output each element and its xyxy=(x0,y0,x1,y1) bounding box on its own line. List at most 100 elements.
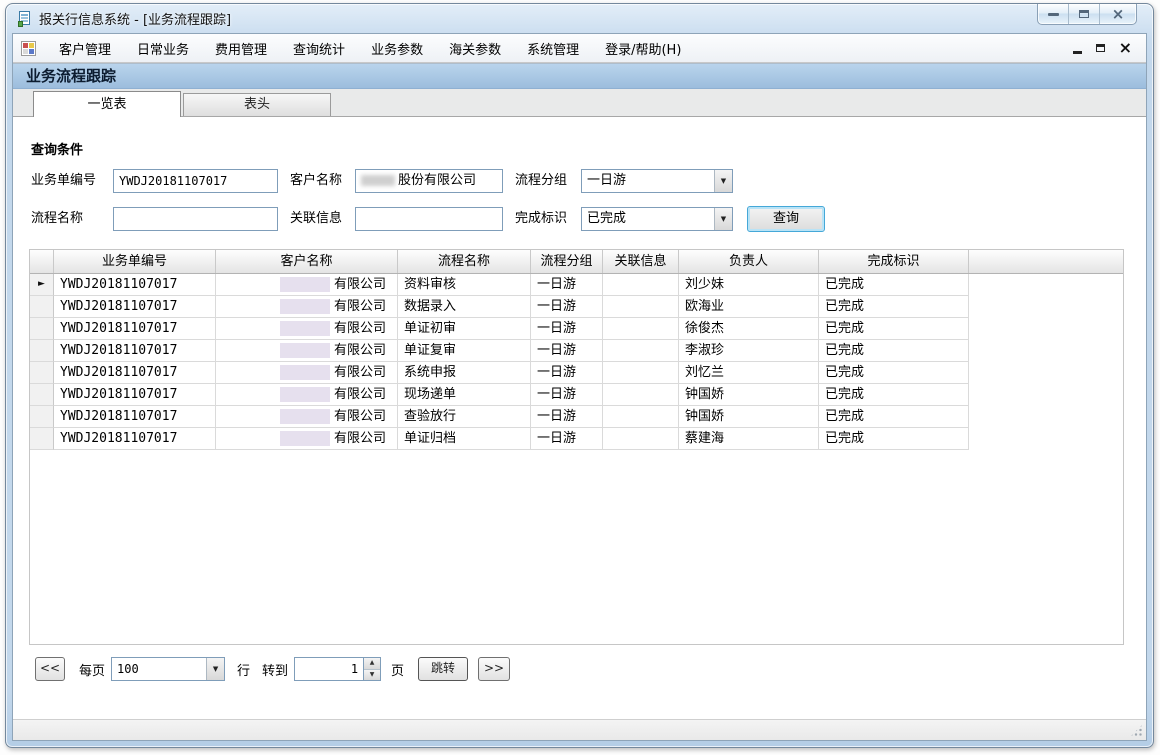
next-page-button[interactable]: >> xyxy=(478,657,510,681)
table-row[interactable]: YWDJ20181107017有限公司单证归档一日游蔡建海已完成 xyxy=(30,428,1123,450)
page-unit-label: 页 xyxy=(391,660,404,679)
chevron-down-icon[interactable]: ▼ xyxy=(714,208,732,230)
cell-related_info xyxy=(603,296,679,318)
title-bar[interactable]: 报关行信息系统 - [业务流程跟踪] xyxy=(6,4,1153,33)
row-selector[interactable] xyxy=(30,428,54,450)
chevron-down-icon[interactable]: ▼ xyxy=(206,658,224,680)
flow-name-input[interactable] xyxy=(113,207,278,231)
menu-item[interactable]: 业务参数 xyxy=(358,34,436,63)
table-row[interactable]: YWDJ20181107017有限公司数据录入一日游欧海业已完成 xyxy=(30,296,1123,318)
tab-content: 查询条件 业务单编号 YWDJ20181107017 客户名称 股份有限公司 流… xyxy=(13,117,1146,719)
page-number-stepper[interactable]: ▲ ▼ xyxy=(364,657,381,681)
cell-customer: 有限公司 xyxy=(216,362,398,384)
table-row[interactable]: YWDJ20181107017有限公司查验放行一日游钟国娇已完成 xyxy=(30,406,1123,428)
jump-button[interactable]: 跳转 xyxy=(418,657,468,681)
cell-flow_name: 现场递单 xyxy=(398,384,531,406)
column-header[interactable]: 关联信息 xyxy=(603,250,679,273)
order-no-input[interactable]: YWDJ20181107017 xyxy=(113,169,278,193)
menu-item[interactable]: 登录/帮助(H) xyxy=(592,34,694,63)
per-page-select[interactable]: 100 ▼ xyxy=(111,657,225,681)
mdi-close-button[interactable]: × xyxy=(1119,41,1132,55)
menu-items: 客户管理日常业务费用管理查询统计业务参数海关参数系统管理登录/帮助(H) xyxy=(46,34,694,63)
goto-label: 转到 xyxy=(262,660,288,679)
restore-button[interactable] xyxy=(1069,4,1100,24)
page-number-input[interactable]: 1 xyxy=(294,657,364,681)
flow-group-select[interactable]: 一日游 ▼ xyxy=(581,169,733,193)
cell-flow_name: 单证初审 xyxy=(398,318,531,340)
column-header[interactable]: 负责人 xyxy=(679,250,819,273)
menu-item[interactable]: 客户管理 xyxy=(46,34,124,63)
table-row[interactable]: YWDJ20181107017有限公司单证初审一日游徐俊杰已完成 xyxy=(30,318,1123,340)
cell-owner: 刘忆兰 xyxy=(679,362,819,384)
cell-owner: 刘少妹 xyxy=(679,274,819,296)
cell-related_info xyxy=(603,428,679,450)
row-selector-header xyxy=(30,250,54,273)
redacted-text xyxy=(280,409,330,424)
cell-status: 已完成 xyxy=(819,296,969,318)
order-no-label: 业务单编号 xyxy=(31,169,96,193)
table-row[interactable]: ►YWDJ20181107017有限公司资料审核一日游刘少妹已完成 xyxy=(30,274,1123,296)
row-selector[interactable] xyxy=(30,296,54,318)
menu-item[interactable]: 海关参数 xyxy=(436,34,514,63)
minimize-button[interactable] xyxy=(1038,4,1069,24)
search-button[interactable]: 查询 xyxy=(747,206,825,232)
related-info-input[interactable] xyxy=(355,207,503,231)
cell-customer: 有限公司 xyxy=(216,384,398,406)
redacted-text xyxy=(280,387,330,402)
form-icon xyxy=(21,41,36,56)
table-row[interactable]: YWDJ20181107017有限公司现场递单一日游钟国娇已完成 xyxy=(30,384,1123,406)
customer-label: 客户名称 xyxy=(290,169,342,193)
column-header[interactable]: 完成标识 xyxy=(819,250,969,273)
customer-input[interactable]: 股份有限公司 xyxy=(355,169,503,193)
row-selector[interactable] xyxy=(30,318,54,340)
page-title: 业务流程跟踪 xyxy=(13,64,1146,89)
mdi-restore-button[interactable] xyxy=(1096,44,1105,52)
column-header[interactable]: 流程分组 xyxy=(531,250,603,273)
menu-bar: 客户管理日常业务费用管理查询统计业务参数海关参数系统管理登录/帮助(H) × xyxy=(13,34,1146,63)
prev-page-button[interactable]: << xyxy=(35,657,65,681)
cell-status: 已完成 xyxy=(819,406,969,428)
tab-0[interactable]: 一览表 xyxy=(33,91,181,117)
column-header[interactable]: 业务单编号 xyxy=(54,250,216,273)
current-row-indicator[interactable]: ► xyxy=(30,274,54,296)
menu-item[interactable]: 查询统计 xyxy=(280,34,358,63)
row-selector[interactable] xyxy=(30,406,54,428)
table-row[interactable]: YWDJ20181107017有限公司单证复审一日游李淑珍已完成 xyxy=(30,340,1123,362)
grid-header-row: 业务单编号客户名称流程名称流程分组关联信息负责人完成标识 xyxy=(30,250,1123,274)
cell-flow_group: 一日游 xyxy=(531,428,603,450)
cell-order_no: YWDJ20181107017 xyxy=(54,384,216,406)
cell-owner: 李淑珍 xyxy=(679,340,819,362)
row-selector[interactable] xyxy=(30,384,54,406)
cell-flow_group: 一日游 xyxy=(531,340,603,362)
close-button[interactable]: × xyxy=(1100,4,1136,24)
column-header[interactable]: 流程名称 xyxy=(398,250,531,273)
spinner-up-icon[interactable]: ▲ xyxy=(364,658,380,670)
cell-flow_group: 一日游 xyxy=(531,296,603,318)
cell-owner: 蔡建海 xyxy=(679,428,819,450)
row-selector[interactable] xyxy=(30,340,54,362)
column-header-filler xyxy=(969,250,1123,273)
cell-status: 已完成 xyxy=(819,428,969,450)
column-header[interactable]: 客户名称 xyxy=(216,250,398,273)
menu-item[interactable]: 日常业务 xyxy=(124,34,202,63)
cell-owner: 欧海业 xyxy=(679,296,819,318)
spinner-down-icon[interactable]: ▼ xyxy=(364,670,380,681)
flow-name-label: 流程名称 xyxy=(31,207,83,231)
cell-owner: 钟国娇 xyxy=(679,384,819,406)
chevron-down-icon[interactable]: ▼ xyxy=(714,170,732,192)
cell-flow_name: 系统申报 xyxy=(398,362,531,384)
cell-related_info xyxy=(603,406,679,428)
cell-customer: 有限公司 xyxy=(216,318,398,340)
complete-flag-select[interactable]: 已完成 ▼ xyxy=(581,207,733,231)
redacted-text xyxy=(280,277,330,292)
resize-grip[interactable] xyxy=(1130,724,1143,737)
table-row[interactable]: YWDJ20181107017有限公司系统申报一日游刘忆兰已完成 xyxy=(30,362,1123,384)
row-selector[interactable] xyxy=(30,362,54,384)
menu-item[interactable]: 费用管理 xyxy=(202,34,280,63)
tab-1[interactable]: 表头 xyxy=(183,93,331,116)
cell-order_no: YWDJ20181107017 xyxy=(54,362,216,384)
cell-status: 已完成 xyxy=(819,362,969,384)
mdi-minimize-button[interactable] xyxy=(1073,51,1082,54)
mdi-controls: × xyxy=(1073,41,1138,55)
menu-item[interactable]: 系统管理 xyxy=(514,34,592,63)
